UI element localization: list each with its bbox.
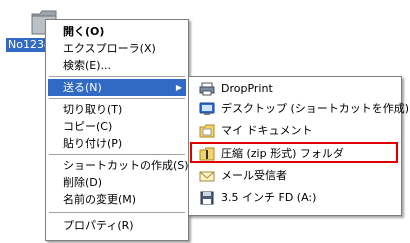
- menu-item-delete[interactable]: 削除(D): [48, 174, 186, 191]
- submenu-item-mail-recipient[interactable]: メール受信者: [191, 166, 399, 186]
- menu-separator: [49, 154, 185, 155]
- menu-item-cut[interactable]: 切り取り(T): [48, 101, 186, 118]
- submenu-item-dropprint[interactable]: DropPrint: [191, 79, 399, 99]
- submenu-item-label: メール受信者: [221, 169, 287, 182]
- menu-item-paste[interactable]: 貼り付け(P): [48, 135, 186, 152]
- menu-separator: [49, 212, 185, 213]
- menu-item-create-shortcut[interactable]: ショートカットの作成(S): [48, 157, 189, 174]
- menu-item-explorer[interactable]: エクスプローラ(X): [48, 40, 186, 57]
- submenu-arrow-icon: ▶: [175, 83, 182, 92]
- submenu-item-my-documents[interactable]: マイ ドキュメント: [191, 121, 399, 141]
- menu-item-send-to[interactable]: 送る(N) ▶: [48, 79, 186, 96]
- menu-item-rename[interactable]: 名前の変更(M): [48, 191, 186, 208]
- menu-separator: [49, 98, 185, 99]
- menu-item-open[interactable]: 開く(O): [48, 23, 186, 40]
- printer-icon: [199, 82, 215, 96]
- submenu-item-label: 3.5 インチ FD (A:): [221, 191, 317, 204]
- submenu-item-label: マイ ドキュメント: [221, 124, 313, 137]
- menu-item-properties[interactable]: プロパティ(R): [48, 217, 186, 234]
- desktop-icon: [199, 102, 215, 116]
- menu-separator: [49, 76, 185, 77]
- menu-item-search[interactable]: 検索(E)...: [48, 57, 186, 74]
- context-menu: 開く(O) エクスプローラ(X) 検索(E)... 送る(N) ▶ 切り取り(T…: [45, 19, 189, 241]
- submenu-item-label: DropPrint: [221, 82, 273, 95]
- send-to-label: 送る(N): [63, 81, 102, 94]
- floppy-icon: [199, 191, 215, 205]
- submenu-item-label: デスクトップ (ショートカットを作成): [221, 102, 410, 115]
- submenu-item-desktop[interactable]: デスクトップ (ショートカットを作成): [191, 99, 409, 119]
- menu-item-copy[interactable]: コピー(C): [48, 118, 186, 135]
- mail-icon: [199, 169, 215, 183]
- folder-icon: [199, 124, 215, 138]
- highlight-box: [190, 142, 398, 163]
- submenu-item-floppy[interactable]: 3.5 インチ FD (A:): [191, 188, 399, 208]
